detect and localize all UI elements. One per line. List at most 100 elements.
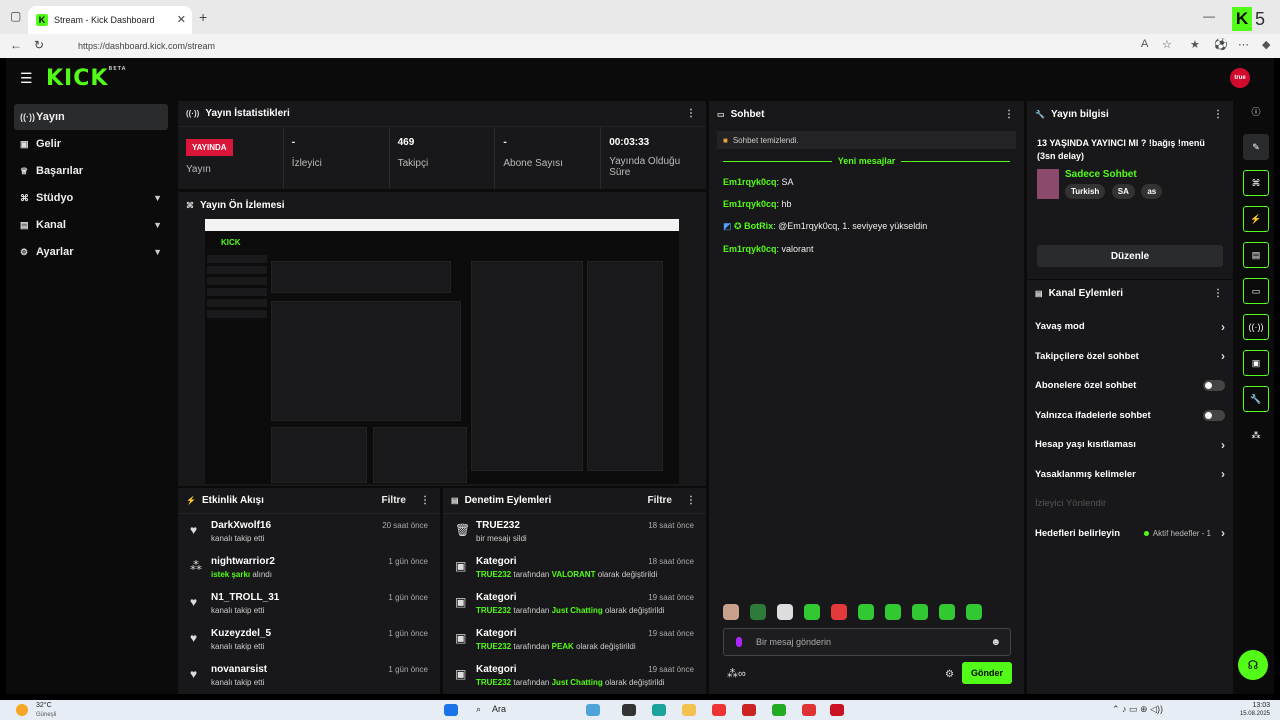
stream-preview-video[interactable]: KICK [205, 219, 679, 484]
sidebar-item-studyo[interactable]: ⌘ Stüdyo ▼ [14, 185, 168, 211]
moderation-toggle-icon[interactable]: ▤ [1243, 242, 1269, 268]
send-button[interactable]: Gönder [962, 662, 1012, 684]
read-aloud-icon[interactable]: A [1141, 38, 1148, 50]
emote-icon[interactable] [939, 604, 955, 620]
support-headset-icon[interactable]: ☊ [1238, 650, 1268, 680]
tray-icons[interactable]: ⌃ ♪ ▭ ⊕ ◁)) [1112, 704, 1163, 715]
copilot-icon[interactable]: ◆ [1262, 38, 1270, 51]
chat-username[interactable]: BotRix [744, 221, 773, 231]
chevron-right-icon: › [1221, 467, 1225, 482]
chat-panel: ▭ Sohbet ⋮ ■ Sohbet temizlendi. Yeni mes… [709, 101, 1024, 694]
edit-button[interactable]: Düzenle [1037, 245, 1223, 267]
menu-icon[interactable]: ☰ [20, 70, 33, 87]
app-icon[interactable] [742, 704, 756, 716]
emote-icon[interactable] [885, 604, 901, 620]
filter-button[interactable]: Filtre [648, 495, 672, 506]
document-icon: ▤ [451, 496, 459, 505]
favorites-icon[interactable]: ★ [1190, 38, 1200, 51]
wrench-toggle-icon[interactable]: 🔧 [1243, 386, 1269, 412]
preview-toggle-icon[interactable]: ⌘ [1243, 170, 1269, 196]
stats-toggle-icon[interactable]: ((·)) [1243, 314, 1269, 340]
extension-icon[interactable]: ⚽ [1214, 38, 1228, 51]
stream-preview-panel: ⌘ Yayın Ön İzlemesi KICK [178, 192, 706, 486]
emote-icon[interactable] [777, 604, 793, 620]
search-icon[interactable]: ⌕ [476, 704, 481, 715]
more-options-icon[interactable]: ⋮ [1213, 288, 1223, 299]
emote-icon[interactable] [831, 604, 847, 620]
microphone-icon[interactable] [736, 637, 742, 647]
app-icon[interactable] [586, 704, 600, 716]
more-options-icon[interactable]: ⋮ [1004, 109, 1014, 120]
chat-username[interactable]: Em1rqyk0cq [723, 244, 777, 254]
user-avatar[interactable]: true [1230, 68, 1250, 88]
activity-toggle-icon[interactable]: ⚡ [1243, 206, 1269, 232]
widgets-icon[interactable]: ⁂ [1243, 422, 1269, 448]
emote-icon[interactable] [750, 604, 766, 620]
new-tab-icon[interactable]: + [199, 9, 207, 25]
heart-icon: ♥ [190, 631, 198, 645]
preview-inner [271, 301, 461, 421]
sidebar-item-yayin[interactable]: ((·)) Yayın [14, 104, 168, 130]
sidebar-item-ayarlar[interactable]: ⚙ Ayarlar ▼ [14, 239, 168, 265]
emote-icon[interactable] [912, 604, 928, 620]
panel-title: Sohbet [730, 108, 765, 120]
chat-toggle-icon[interactable]: ▭ [1243, 278, 1269, 304]
chat-input[interactable]: Bir mesaj gönderin ☻ [723, 628, 1011, 656]
close-tab-icon[interactable]: ✕ [177, 13, 186, 26]
explorer-icon[interactable] [682, 704, 696, 716]
sidebar: ((·)) Yayın ▣ Gelir ♕ Başarılar ⌘ Stüdyo… [6, 104, 172, 266]
toggle-switch[interactable] [1203, 380, 1225, 392]
action-banned-words[interactable]: Yasaklanmış kelimeler › [1027, 460, 1233, 490]
app-icon[interactable] [772, 704, 786, 716]
status-dot [1143, 530, 1149, 536]
minimize-icon[interactable]: — [1203, 9, 1215, 23]
panel-header: ⌘ Yayın Ön İzlemesi [178, 192, 706, 218]
tag: as [1141, 184, 1163, 199]
actions-toggle-icon[interactable]: ▣ [1243, 350, 1269, 376]
action-subscribers-only: Abonelere özel sohbet [1027, 371, 1233, 401]
category-name[interactable]: Sadece Sohbet [1065, 169, 1164, 180]
emote-icon[interactable] [858, 604, 874, 620]
edge-icon[interactable] [652, 704, 666, 716]
sidebar-item-gelir[interactable]: ▣ Gelir [14, 131, 168, 157]
action-slow-mode[interactable]: Yavaş mod › [1027, 312, 1233, 342]
edit-icon[interactable]: ✎ [1243, 134, 1269, 160]
chat-tools-icon[interactable]: ⁂∞ [727, 667, 746, 680]
chat-username[interactable]: Em1rqyk0cq [723, 177, 777, 187]
sidebar-item-basarilar[interactable]: ♕ Başarılar [14, 158, 168, 184]
action-goals[interactable]: Hedefleri belirleyin Aktif hedefler - 1 › [1027, 519, 1233, 549]
reload-icon[interactable]: ↻ [34, 38, 44, 52]
tab-actions-icon[interactable]: ▢ [10, 9, 21, 23]
toggle-switch[interactable] [1203, 409, 1225, 421]
filter-button[interactable]: Filtre [382, 495, 406, 506]
more-options-icon[interactable]: ⋮ [686, 108, 696, 119]
favorite-star-icon[interactable]: ☆ [1162, 38, 1172, 51]
category-icon: ▣ [455, 631, 467, 645]
emoji-icon[interactable]: ☻ [990, 637, 1001, 648]
action-followers-only[interactable]: Takipçilere özel sohbet › [1027, 342, 1233, 372]
more-options-icon[interactable]: ⋮ [420, 495, 430, 506]
stream-stats-panel: ((·)) Yayın İstatistikleri ⋮ YAYINDA Yay… [178, 101, 706, 189]
gear-icon[interactable]: ⚙ [945, 669, 954, 680]
app-icon[interactable] [802, 704, 816, 716]
taskbar-search[interactable]: Ara [492, 704, 506, 714]
more-options-icon[interactable]: ⋮ [1213, 109, 1223, 120]
more-icon[interactable]: ⋯ [1238, 38, 1249, 51]
more-options-icon[interactable]: ⋮ [686, 495, 696, 506]
emote-icon[interactable] [723, 604, 739, 620]
chat-username[interactable]: Em1rqyk0cq [723, 199, 777, 209]
opera-icon[interactable] [712, 704, 726, 716]
back-icon[interactable]: ← [10, 38, 22, 52]
chevron-right-icon: › [1221, 349, 1225, 364]
windows-start-icon[interactable] [444, 704, 458, 716]
action-account-age[interactable]: Hesap yaşı kısıtlaması › [1027, 430, 1233, 460]
emote-icon[interactable] [804, 604, 820, 620]
emote-icon[interactable] [966, 604, 982, 620]
app-icon[interactable] [622, 704, 636, 716]
app-icon[interactable] [830, 704, 844, 716]
sidebar-item-kanal[interactable]: ▤ Kanal ▼ [14, 212, 168, 238]
browser-tab[interactable]: K Stream - Kick Dashboard ✕ [28, 6, 192, 34]
info-icon[interactable]: ⓘ [1243, 98, 1269, 124]
url-field[interactable]: https://dashboard.kick.com/stream [60, 36, 1130, 56]
kick-logo[interactable]: KICKBETA [46, 66, 127, 91]
